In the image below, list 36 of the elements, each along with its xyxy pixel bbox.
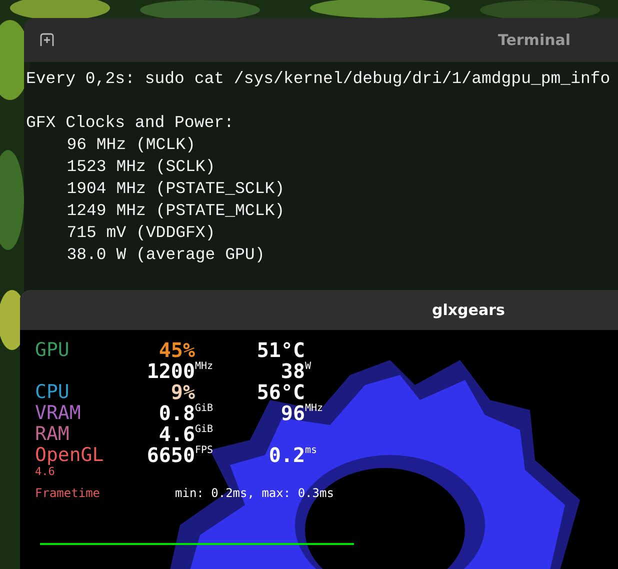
hud-value: 0.8 (158, 401, 195, 425)
hud-label: GPU (35, 339, 70, 361)
hud-value: 0.2 (268, 443, 305, 467)
hud-label: CPU (35, 381, 70, 403)
terminal-line: 1523 MHz (SCLK) (66, 157, 216, 176)
hud-label: VRAM (35, 402, 81, 424)
terminal-line: 1904 MHz (PSTATE_SCLK) (66, 179, 285, 198)
terminal-line: 38.0 W (average GPU) (66, 245, 265, 264)
hud-value: 45% (158, 338, 195, 362)
unit-label: FPS (195, 445, 214, 456)
unit-label: GiB (195, 424, 214, 435)
unit-label: MHz (195, 361, 214, 372)
hud-value: 6650 (146, 443, 195, 467)
hud-value: 4.6 (158, 422, 195, 446)
unit-label: ms (305, 445, 318, 456)
hud-value: 96 (280, 401, 305, 425)
hud-value: 1200 (146, 359, 195, 383)
new-tab-icon[interactable] (40, 33, 54, 47)
unit-label: GiB (195, 403, 214, 414)
unit-label: MHz (305, 403, 324, 414)
hud-value: 51°C (256, 338, 305, 362)
hud-value: 56°C (256, 380, 305, 404)
terminal-line: 715 mV (VDDGFX) (66, 223, 216, 242)
terminal-line: 96 MHz (MCLK) (66, 135, 196, 154)
terminal-line: GFX Clocks and Power: (26, 113, 234, 132)
hud-label: OpenGL (35, 444, 104, 466)
terminal-line: 1249 MHz (PSTATE_MCLK) (66, 201, 285, 220)
window-title: glxgears (432, 300, 505, 321)
unit-label: W (305, 361, 312, 372)
frametime-label: Frametime (35, 486, 100, 500)
hud-label: RAM (35, 423, 70, 445)
hud-value: 38 (280, 359, 305, 383)
hud-sublabel: 4.6 (35, 465, 55, 478)
terminal-line: Every 0,2s: sudo cat /sys/kernel/debug/dri/1/amdgpu_pm_info (26, 69, 610, 88)
hud-value: 9% (170, 380, 195, 404)
window-title: Terminal (498, 30, 571, 51)
